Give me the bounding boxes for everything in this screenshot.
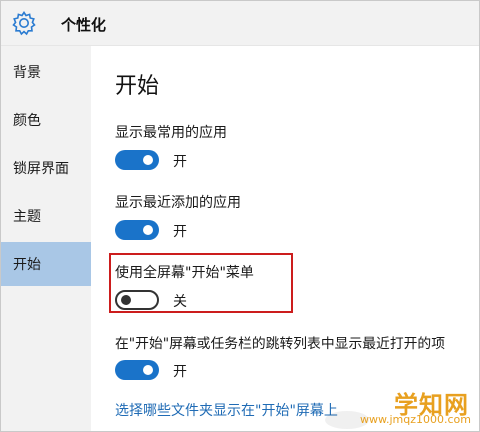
toggle-most-used[interactable] [115, 150, 159, 170]
sidebar-item-label: 颜色 [13, 113, 41, 129]
sidebar-item-themes[interactable]: 主题 [1, 194, 91, 238]
sidebar: 背景 颜色 锁屏界面 主题 开始 [1, 46, 91, 431]
window-title: 个性化 [61, 16, 107, 34]
toggle-state-text: 开 [173, 224, 187, 240]
highlight-box [109, 253, 293, 313]
setting-label-recently-added: 显示最近添加的应用 [115, 195, 241, 211]
settings-window: 个性化 背景 颜色 锁屏界面 主题 开始 开始 显示最常用的应用 开 显示最近添… [0, 0, 480, 432]
sidebar-item-start[interactable]: 开始 [1, 242, 91, 286]
sidebar-item-lockscreen[interactable]: 锁屏界面 [1, 146, 91, 190]
setting-label-most-used: 显示最常用的应用 [115, 125, 227, 141]
sidebar-item-label: 锁屏界面 [13, 161, 69, 177]
toggle-recent-items[interactable] [115, 360, 159, 380]
page-title: 开始 [115, 74, 160, 99]
watermark-url: www.jmqz1000.com [360, 413, 471, 426]
toggle-recently-added[interactable] [115, 220, 159, 240]
toggle-knob [143, 225, 153, 235]
toggle-knob [143, 365, 153, 375]
setting-label-recent-items: 在"开始"屏幕或任务栏的跳转列表中显示最近打开的项 [115, 336, 446, 352]
toggle-state-text: 开 [173, 364, 187, 380]
watermark-logo: 学知网 www.jmqz1000.com [325, 383, 477, 429]
title-bar: 个性化 [1, 1, 479, 46]
sidebar-item-colors[interactable]: 颜色 [1, 98, 91, 142]
sidebar-item-label: 背景 [13, 65, 41, 81]
main-panel: 开始 显示最常用的应用 开 显示最近添加的应用 开 使用全屏幕"开始"菜单 关 … [91, 46, 479, 431]
sidebar-item-background[interactable]: 背景 [1, 50, 91, 94]
toggle-state-text: 开 [173, 154, 187, 170]
toggle-knob [143, 155, 153, 165]
gear-icon [12, 11, 36, 36]
sidebar-item-label: 开始 [13, 257, 41, 273]
sidebar-item-label: 主题 [13, 209, 41, 225]
choose-folders-link[interactable]: 选择哪些文件夹显示在"开始"屏幕上 [115, 400, 338, 420]
